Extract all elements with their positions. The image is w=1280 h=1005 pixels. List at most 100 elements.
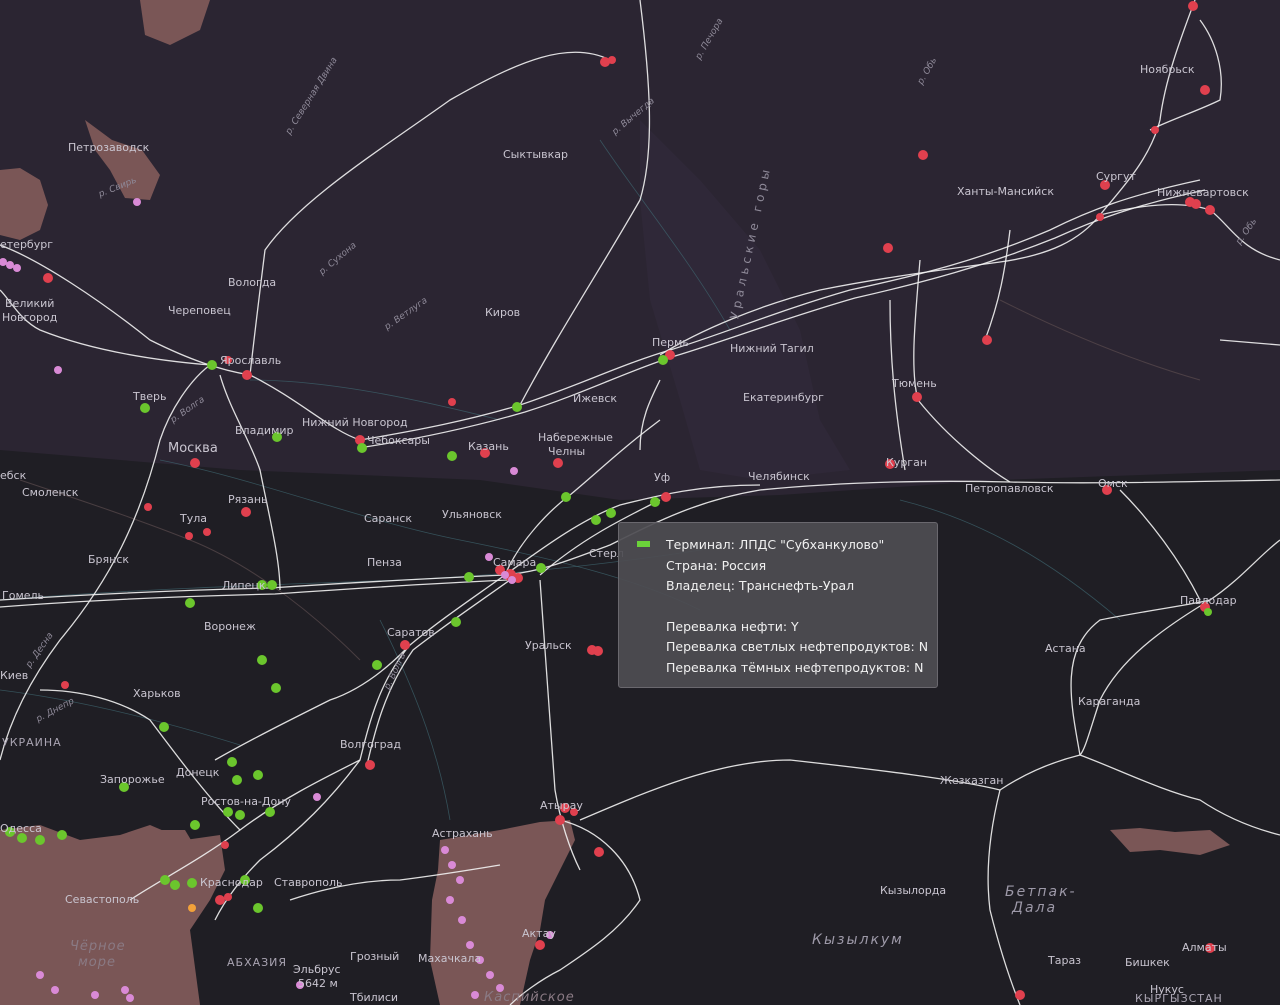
terminal-marker <box>650 497 660 507</box>
city-label: Жезказган <box>940 774 1003 787</box>
region-label: УКРАИНА <box>2 736 62 749</box>
city-label: Гомель <box>2 589 44 602</box>
tooltip-dark-products: Перевалка тёмных нефтепродуктов: N <box>666 659 924 675</box>
desert-label: Бетпак- <box>1005 884 1077 900</box>
city-label: Екатеринбург <box>743 391 824 404</box>
terminal-marker <box>241 507 251 517</box>
city-label: Астана <box>1045 642 1086 655</box>
city-label: Тула <box>179 512 207 525</box>
city-label: Брянск <box>88 553 129 566</box>
city-label: Харьков <box>133 687 181 700</box>
city-label: Астрахань <box>432 827 493 840</box>
terminal-marker <box>51 986 59 994</box>
terminal-type-swatch <box>637 540 650 547</box>
terminal-marker <box>593 646 603 656</box>
terminal-marker <box>1204 608 1212 616</box>
terminal-marker <box>508 576 516 584</box>
city-label: Нижний Тагил <box>730 342 814 355</box>
terminal-marker <box>36 971 44 979</box>
city-label: Великий <box>5 297 54 310</box>
terminal-marker <box>1205 205 1215 215</box>
city-label: Новгород <box>2 311 58 324</box>
city-label: Набережные <box>538 431 613 444</box>
city-label: Уральск <box>525 639 572 652</box>
city-label: 5642 м <box>298 977 338 990</box>
terminal-marker <box>561 492 571 502</box>
terminal-marker <box>451 617 461 627</box>
sea-label: Каспийское <box>484 990 575 1005</box>
terminal-marker <box>203 528 211 536</box>
city-label: Донецк <box>176 766 220 779</box>
city-label: Москва <box>168 441 218 456</box>
terminal-marker <box>313 793 321 801</box>
terminal-marker <box>553 458 563 468</box>
terminal-marker <box>1096 213 1104 221</box>
tooltip-oil: Перевалка нефти: Y <box>666 618 799 634</box>
city-label: Волгоград <box>340 738 401 751</box>
city-label: Тбилиси <box>349 991 398 1004</box>
map-svg[interactable]: Ноябрьск Сургут Нижневартовск Ханты-Манс… <box>0 0 1280 1005</box>
terminal-marker <box>242 370 252 380</box>
city-label: Караганда <box>1078 695 1140 708</box>
city-label: Краснодар <box>200 876 263 889</box>
city-label: Череповец <box>168 304 231 317</box>
terminal-marker <box>357 443 367 453</box>
tooltip-country: Страна: Россия <box>666 557 767 573</box>
terminal-marker <box>170 880 180 890</box>
terminal-marker <box>61 681 69 689</box>
city-label: Рязань <box>228 493 268 506</box>
city-label: Бишкек <box>1125 956 1170 969</box>
terminal-marker <box>223 807 233 817</box>
terminal-marker <box>471 991 479 999</box>
terminal-marker <box>35 835 45 845</box>
terminal-marker <box>221 841 229 849</box>
terminal-marker <box>883 243 893 253</box>
city-label: Чебоксары <box>367 434 430 447</box>
terminal-marker <box>190 820 200 830</box>
city-label: Киев <box>0 669 28 682</box>
city-label: Павлодар <box>1180 594 1237 607</box>
terminal-marker <box>6 261 14 269</box>
terminal-marker <box>185 532 193 540</box>
terminal-marker <box>190 458 200 468</box>
city-label: Пермь <box>652 336 689 349</box>
city-label: Киров <box>485 306 520 319</box>
terminal-tooltip: Терминал: ЛПДС "Субханкулово" Страна: Ро… <box>618 522 938 688</box>
terminal-marker <box>232 775 242 785</box>
terminal-marker <box>485 553 493 561</box>
city-label: Сыктывкар <box>503 148 568 161</box>
terminal-marker <box>207 360 217 370</box>
city-label: Петропавловск <box>965 482 1054 495</box>
terminal-marker <box>501 571 509 579</box>
tooltip-terminal-row: Терминал: ЛПДС "Субханкулово" <box>637 535 923 556</box>
terminal-marker <box>57 830 67 840</box>
city-label: етербург <box>0 238 53 251</box>
terminal-marker <box>224 893 232 901</box>
tooltip-owner: Владелец: Транснефть-Урал <box>666 578 855 593</box>
city-label: Ярославль <box>220 354 281 367</box>
terminal-marker <box>365 760 375 770</box>
tooltip-terminal: Терминал: ЛПДС "Субханкулово" <box>666 537 885 552</box>
terminal-marker <box>1191 199 1201 209</box>
terminal-marker <box>536 563 546 573</box>
terminal-marker <box>912 392 922 402</box>
city-label: Пенза <box>367 556 402 569</box>
sea-label: Чёрное <box>70 939 126 954</box>
map-canvas[interactable]: Ноябрьск Сургут Нижневартовск Ханты-Манс… <box>0 0 1280 1005</box>
terminal-marker <box>456 876 464 884</box>
terminal-marker <box>1015 990 1025 1000</box>
city-label: Махачкала <box>418 952 481 965</box>
terminal-marker <box>133 198 141 206</box>
city-label: Смоленск <box>22 486 79 499</box>
terminal-marker <box>187 878 197 888</box>
city-label: Омск <box>1098 477 1128 490</box>
tooltip-light-products: Перевалка светлых нефтепродуктов: N <box>666 639 929 654</box>
city-label: Самара <box>493 556 536 569</box>
terminal-marker <box>918 150 928 160</box>
terminal-marker <box>121 986 129 994</box>
city-label: Эльбрус <box>293 963 341 976</box>
city-label: Тверь <box>132 390 166 403</box>
terminal-marker <box>185 598 195 608</box>
city-label: Одесса <box>0 822 42 835</box>
terminal-marker <box>606 508 616 518</box>
